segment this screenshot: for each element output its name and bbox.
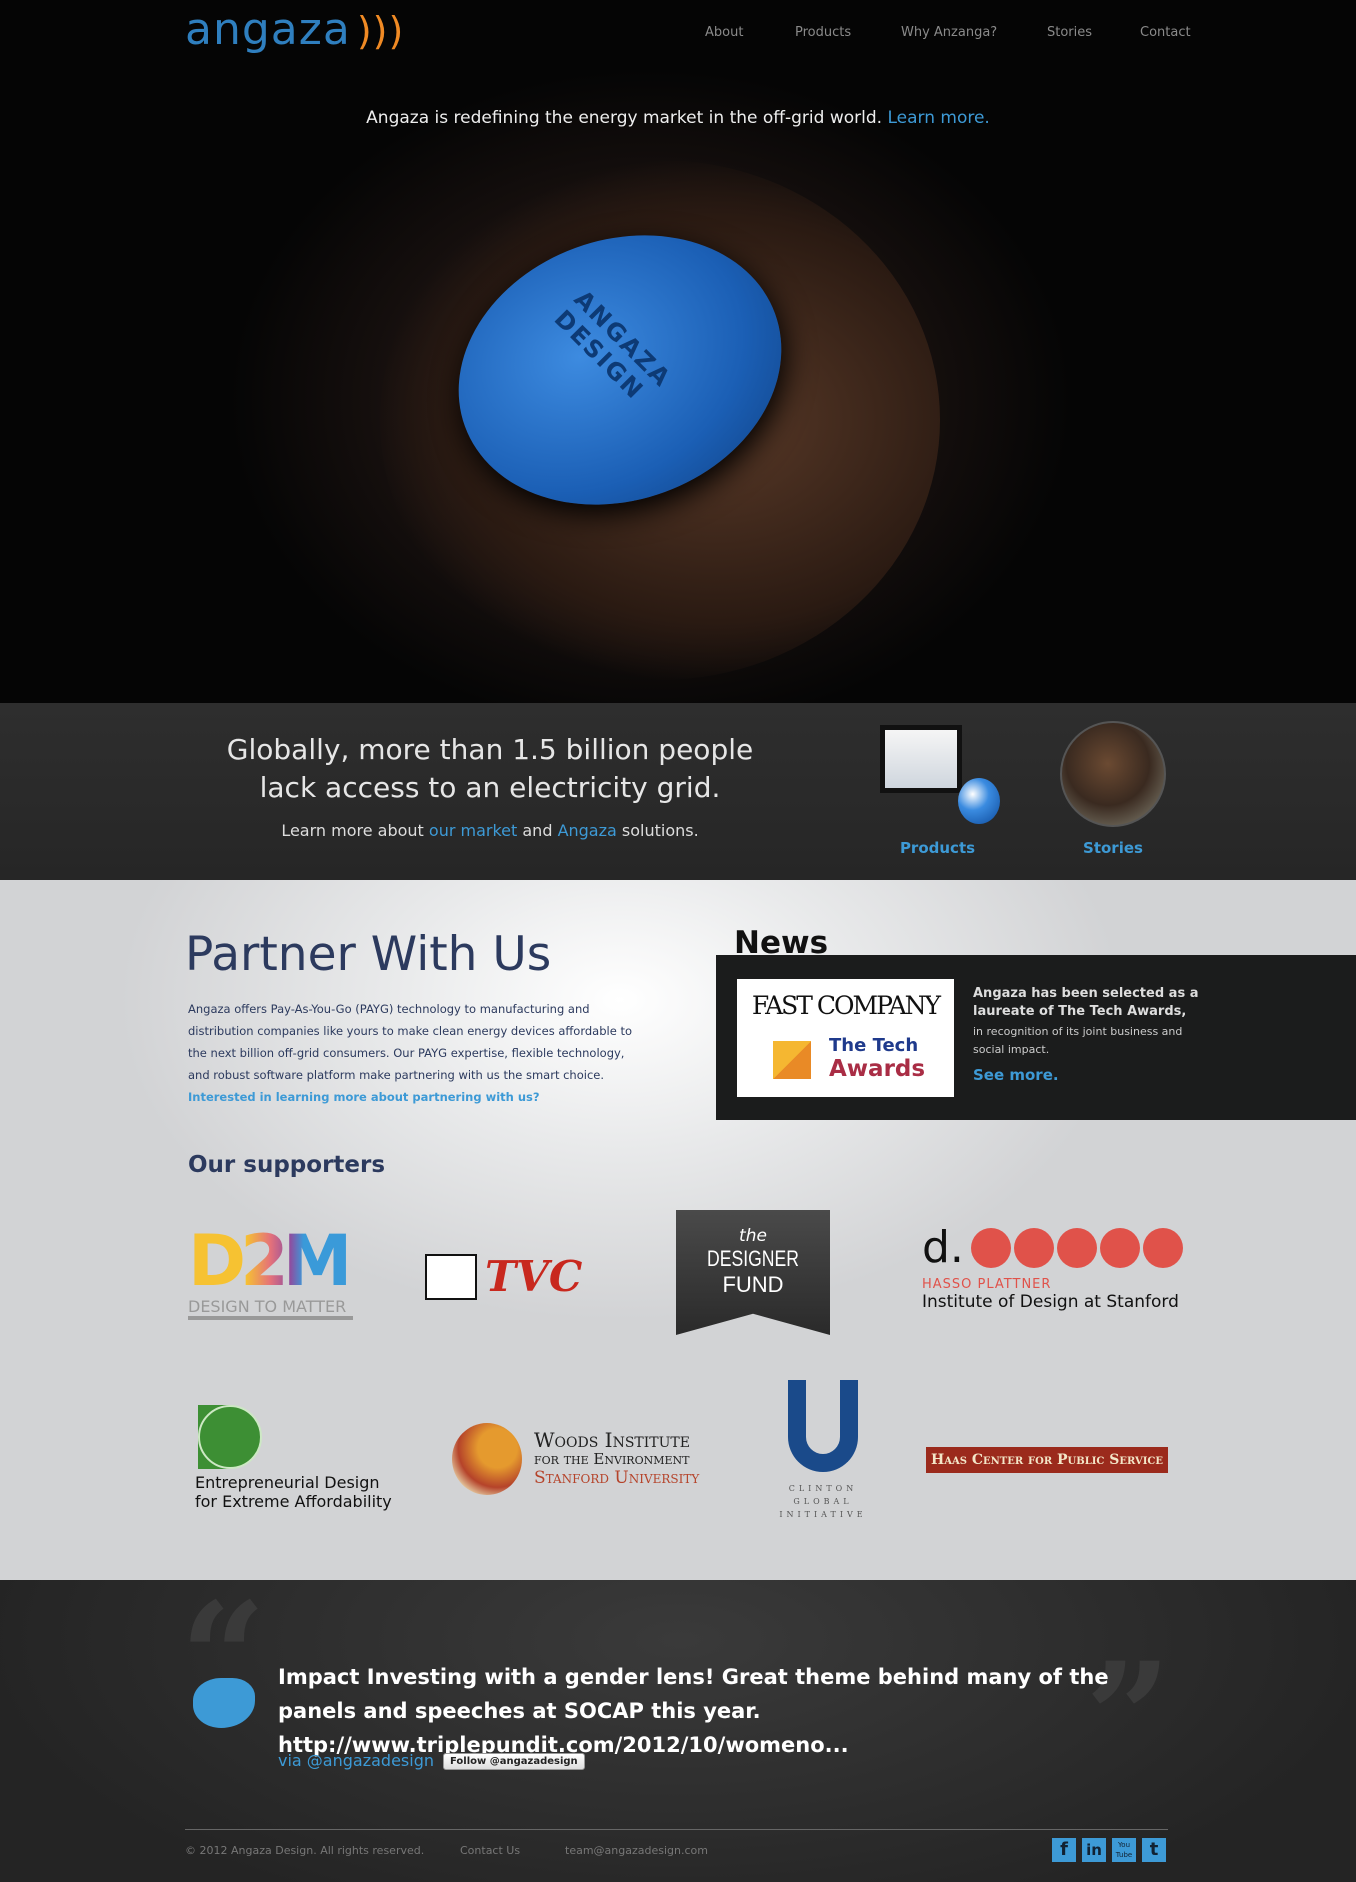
- learn-more-link[interactable]: Learn more.: [887, 108, 989, 128]
- sub-text: Learn more about: [281, 821, 429, 840]
- partner-link[interactable]: Interested in learning more about partne…: [188, 1090, 540, 1104]
- stats-band: Globally, more than 1.5 billion people l…: [0, 703, 1356, 880]
- woods-institute-logo[interactable]: Woods Institute for the Environment Stan…: [452, 1423, 699, 1495]
- nav-why[interactable]: Why Anzanga?: [901, 25, 997, 40]
- tagline-text: Angaza is redefining the energy market i…: [366, 108, 883, 128]
- awards-text: Awards: [829, 1056, 926, 1082]
- tweet-text: Impact Investing with a gender lens! Gre…: [278, 1665, 1109, 1757]
- sun-rays-icon: ))): [356, 9, 405, 53]
- stories-link[interactable]: Stories: [1055, 839, 1171, 857]
- dschool-circle-icon: [1099, 1227, 1140, 1268]
- dschool-circle-icon: [1056, 1227, 1097, 1268]
- news-headline: Angaza has been selected as a laureate o…: [973, 986, 1199, 1019]
- designer-fund-logo[interactable]: the DESIGNER FUND: [676, 1210, 830, 1335]
- copyright: © 2012 Angaza Design. All rights reserve…: [185, 1844, 425, 1857]
- via-link[interactable]: via @angazadesign: [278, 1751, 434, 1770]
- clinton-global-initiative-logo[interactable]: CLINTON GLOBAL INITIATIVE: [748, 1380, 898, 1521]
- edea-line-2: for Extreme Affordability: [195, 1492, 392, 1511]
- device-label: ANGAZA DESIGN: [548, 284, 677, 406]
- news-body: in recognition of its joint business and…: [973, 1025, 1183, 1056]
- supporters-title: Our supporters: [188, 1152, 386, 1178]
- news-box: FAST COMPANY The Tech Awards Angaza has …: [716, 955, 1356, 1120]
- our-market-link[interactable]: our market: [429, 821, 517, 840]
- nav-products[interactable]: Products: [795, 25, 851, 40]
- nav-about[interactable]: About: [705, 25, 743, 40]
- stats-subline: Learn more about our market and Angaza s…: [180, 821, 800, 840]
- design-to-matter-logo[interactable]: D2M DESIGN TO MATTER: [188, 1225, 353, 1320]
- angaza-link[interactable]: Angaza: [558, 821, 617, 840]
- dschool-d: d.: [922, 1222, 964, 1273]
- fund-text: FUND: [722, 1272, 784, 1297]
- sub-text: and: [517, 821, 558, 840]
- nav-contact[interactable]: Contact: [1140, 25, 1191, 40]
- edea-logo[interactable]: Entrepreneurial Design for Extreme Affor…: [195, 1405, 392, 1511]
- d2m-mark: D2M: [188, 1225, 353, 1297]
- sub-text: solutions.: [616, 821, 699, 840]
- hero: ANGAZA DESIGN angaza))) About Products W…: [0, 0, 1356, 703]
- contact-us-link[interactable]: Contact Us: [460, 1844, 520, 1857]
- email-link[interactable]: team@angazadesign.com: [565, 1844, 708, 1857]
- products-device-image: [958, 778, 1000, 824]
- youtube-icon[interactable]: You Tube: [1112, 1838, 1136, 1862]
- headline-line-1: Globally, more than 1.5 billion people: [226, 733, 754, 766]
- partner-text: Angaza offers Pay-As-You-Go (PAYG) techn…: [188, 1002, 632, 1082]
- partner-section: Partner With Us Angaza offers Pay-As-You…: [0, 880, 1356, 1580]
- partner-title: Partner With Us: [185, 927, 552, 982]
- follow-button[interactable]: Follow @angazadesign: [443, 1753, 585, 1770]
- woods-line-3: Stanford University: [534, 1467, 700, 1488]
- dschool-circle-icon: [1013, 1227, 1054, 1268]
- cgi-line-2: GLOBAL: [793, 1497, 853, 1506]
- products-link[interactable]: Products: [880, 839, 995, 857]
- footer-divider: [185, 1829, 1168, 1830]
- logo-text: angaza: [185, 4, 351, 55]
- stats-headline: Globally, more than 1.5 billion people l…: [180, 731, 800, 807]
- woods-leaf-icon: [452, 1423, 522, 1495]
- cgi-line-3: INITIATIVE: [779, 1510, 867, 1519]
- woods-line-1: Woods Institute: [534, 1427, 690, 1452]
- cgi-line-1: CLINTON: [788, 1484, 858, 1493]
- d2m-text: DESIGN TO MATTER: [188, 1297, 353, 1320]
- designer-the: the: [739, 1226, 767, 1246]
- logo[interactable]: angaza))): [185, 4, 404, 55]
- social-icons: f in You Tube t: [1052, 1838, 1166, 1862]
- haas-center-logo[interactable]: Haas Center for Public Service: [926, 1447, 1168, 1473]
- tvc-icon: [425, 1253, 477, 1300]
- headline-line-2: lack access to an electricity grid.: [259, 771, 721, 804]
- dschool-institute: Institute of Design at Stanford: [922, 1292, 1179, 1312]
- see-more-link[interactable]: See more.: [973, 1066, 1059, 1084]
- tvc-text: TVC: [485, 1252, 583, 1301]
- cgi-u-icon: [788, 1380, 858, 1472]
- nav-stories[interactable]: Stories: [1047, 25, 1092, 40]
- twitter-section: “ ” Impact Investing with a gender lens!…: [0, 1570, 1356, 1882]
- stories-photo[interactable]: [1060, 721, 1166, 827]
- facebook-icon[interactable]: f: [1052, 1838, 1076, 1862]
- dschool-hasso: HASSO PLATTNER: [922, 1277, 1052, 1292]
- products-monitor-image[interactable]: [880, 725, 962, 793]
- hero-tagline: Angaza is redefining the energy market i…: [0, 108, 1356, 128]
- news-logo[interactable]: FAST COMPANY The Tech Awards: [737, 979, 954, 1097]
- designer-text: DESIGNER: [707, 1246, 799, 1271]
- edea-line-1: Entrepreneurial Design: [195, 1473, 380, 1492]
- partner-body: Angaza offers Pay-As-You-Go (PAYG) techn…: [188, 998, 648, 1108]
- tvc-logo[interactable]: TVC: [425, 1252, 582, 1301]
- woods-line-2: for the Environment: [534, 1449, 690, 1468]
- tech-awards-icon: [773, 1041, 811, 1079]
- tumblr-icon[interactable]: t: [1142, 1838, 1166, 1862]
- dschool-logo[interactable]: d. HASSO PLATTNER Institute of Design at…: [922, 1222, 1183, 1312]
- linkedin-icon[interactable]: in: [1082, 1838, 1106, 1862]
- dschool-circle-icon: [1142, 1227, 1183, 1268]
- tech-awards-text: The Tech: [829, 1035, 919, 1056]
- fast-company-logo: FAST COMPANY: [751, 991, 941, 1020]
- dschool-circle-icon: [970, 1227, 1011, 1268]
- edea-icon: [198, 1405, 262, 1469]
